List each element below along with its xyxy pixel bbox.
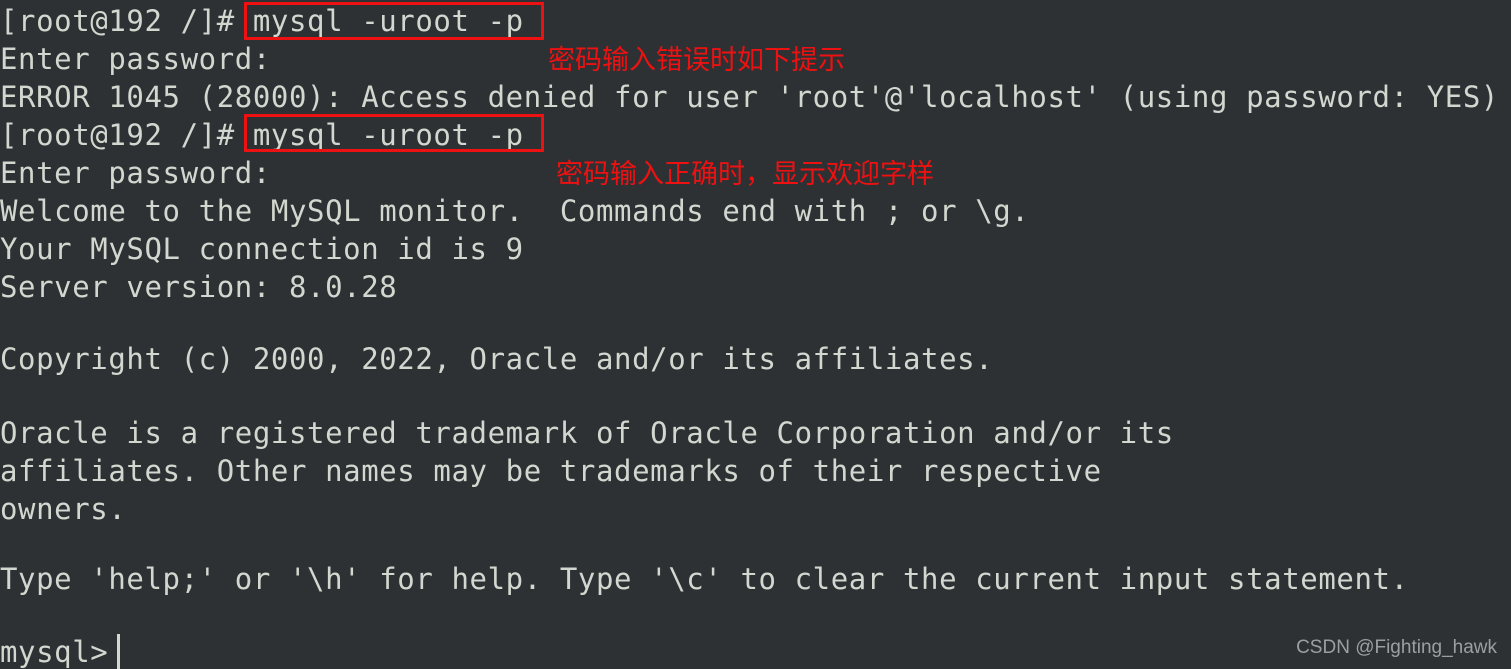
line-prompt-1: [root@192 /]# mysql -uroot -p — [0, 4, 524, 38]
line-trademark-2: affiliates. Other names may be trademark… — [0, 454, 1102, 488]
text-cursor — [117, 634, 120, 669]
line-connection-id: Your MySQL connection id is 9 — [0, 232, 524, 266]
watermark: CSDN @Fighting_hawk — [1296, 637, 1497, 658]
line-welcome: Welcome to the MySQL monitor. Commands e… — [0, 194, 1030, 228]
line-enter-password-1: Enter password: — [0, 42, 271, 76]
line-error: ERROR 1045 (28000): Access denied for us… — [0, 80, 1499, 114]
line-prompt-2: [root@192 /]# mysql -uroot -p — [0, 118, 524, 152]
annotation-right-password: 密码输入正确时，显示欢迎字样 — [556, 159, 934, 190]
line-trademark-1: Oracle is a registered trademark of Orac… — [0, 416, 1174, 450]
terminal-window[interactable]: [root@192 /]# mysql -uroot -p Enter passw… — [0, 0, 1511, 669]
line-enter-password-2: Enter password: — [0, 156, 271, 190]
line-mysql-prompt: mysql> — [0, 635, 109, 669]
line-server-version: Server version: 8.0.28 — [0, 270, 398, 304]
line-copyright: Copyright (c) 2000, 2022, Oracle and/or … — [0, 342, 994, 376]
annotation-wrong-password: 密码输入错误时如下提示 — [548, 45, 845, 76]
line-trademark-3: owners. — [0, 492, 127, 526]
line-help-hint: Type 'help;' or '\h' for help. Type '\c'… — [0, 562, 1409, 596]
